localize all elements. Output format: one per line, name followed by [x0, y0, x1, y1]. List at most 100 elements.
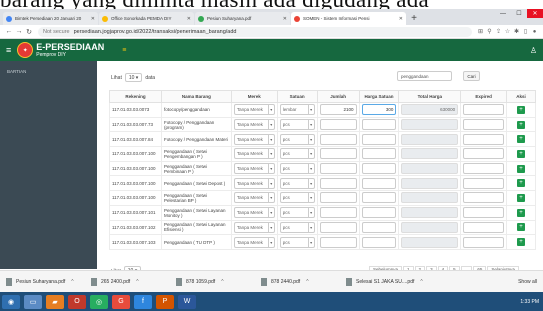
jumlah-input[interactable]: [319, 133, 357, 145]
expired-input[interactable]: [463, 207, 505, 219]
harga-satuan-input[interactable]: [361, 119, 397, 131]
satuan-select[interactable]: pcs ▾: [279, 192, 315, 204]
harga-satuan-input[interactable]: [361, 221, 397, 233]
download-item[interactable]: 265 2400.pdf ^: [91, 277, 176, 286]
harga-satuan-input[interactable]: [361, 207, 397, 219]
satuan-select[interactable]: pcs ▾: [279, 133, 315, 145]
add-item-button[interactable]: +: [517, 105, 526, 114]
download-item[interactable]: Selesai S1 JAKA SU....pdf ^: [346, 277, 441, 286]
facebook-icon[interactable]: f: [134, 294, 152, 309]
satuan-select[interactable]: lembar ▾: [279, 104, 315, 116]
harga-satuan-input[interactable]: [361, 177, 397, 189]
user-icon[interactable]: ♙: [530, 46, 537, 55]
search-input[interactable]: penggandaan: [397, 71, 452, 81]
menu-icon[interactable]: ≡: [6, 45, 11, 55]
search-button[interactable]: Cari: [463, 71, 480, 81]
browser-tab[interactable]: Pesiun Suharyana.pdf ✕: [195, 12, 290, 25]
close-icon[interactable]: ✕: [91, 16, 95, 22]
jumlah-input[interactable]: [319, 192, 357, 204]
chrome-icon[interactable]: ◎: [90, 294, 108, 309]
merek-select[interactable]: Tanpa Merek ▾: [233, 221, 275, 233]
add-item-button[interactable]: +: [517, 238, 526, 247]
expired-input[interactable]: [463, 163, 505, 175]
app-icon[interactable]: G: [112, 294, 130, 309]
explorer-icon[interactable]: ▭: [24, 294, 42, 309]
harga-satuan-input[interactable]: [361, 148, 397, 160]
browser-tab-active[interactable]: SOMEN - Sistem Informasi Pensi ✕: [291, 12, 406, 25]
harga-satuan-input[interactable]: 300: [361, 104, 397, 116]
reload-icon[interactable]: ↻: [24, 28, 34, 36]
start-icon[interactable]: ◉: [2, 294, 20, 309]
sidebar-item[interactable]: BARTIAN: [7, 69, 26, 74]
merek-select[interactable]: Tanpa Merek ▾: [233, 207, 275, 219]
add-item-button[interactable]: +: [517, 223, 526, 232]
show-all-downloads-link[interactable]: Show all: [518, 279, 537, 285]
jumlah-input[interactable]: [319, 163, 357, 175]
maximize-icon[interactable]: ☐: [511, 9, 527, 18]
merek-select[interactable]: Tanpa Merek ▾: [233, 163, 275, 175]
add-item-button[interactable]: +: [517, 193, 526, 202]
toggle-sidebar-icon[interactable]: ≡: [122, 47, 126, 54]
jumlah-input[interactable]: 2100: [319, 104, 357, 116]
jumlah-input[interactable]: [319, 236, 357, 248]
profile-icon[interactable]: ●: [530, 29, 539, 35]
harga-satuan-input[interactable]: [361, 133, 397, 145]
sidepanel-icon[interactable]: ▯: [521, 28, 530, 35]
office-icon[interactable]: O: [68, 294, 86, 309]
browser-tab[interactable]: Office Sonorkada PEMDA DIY ✕: [99, 12, 194, 25]
satuan-select[interactable]: pcs ▾: [279, 148, 315, 160]
merek-select[interactable]: Tanpa Merek ▾: [233, 104, 275, 116]
satuan-select[interactable]: pcs ▾: [279, 119, 315, 131]
expired-input[interactable]: [463, 148, 505, 160]
forward-icon[interactable]: →: [14, 28, 24, 35]
satuan-select[interactable]: pcs ▾: [279, 221, 315, 233]
harga-satuan-input[interactable]: [361, 192, 397, 204]
satuan-select[interactable]: pcs ▾: [279, 163, 315, 175]
jumlah-input[interactable]: [319, 177, 357, 189]
satuan-select[interactable]: pcs ▾: [279, 236, 315, 248]
close-icon[interactable]: ✕: [283, 16, 287, 22]
chevron-up-icon[interactable]: ^: [136, 279, 138, 285]
close-icon[interactable]: ✕: [399, 16, 403, 22]
expired-input[interactable]: [463, 119, 505, 131]
merek-select[interactable]: Tanpa Merek ▾: [233, 177, 275, 189]
chevron-up-icon[interactable]: ^: [306, 279, 308, 285]
satuan-select[interactable]: pcs ▾: [279, 207, 315, 219]
download-item[interactable]: 878 2440.pdf ^: [261, 277, 346, 286]
close-window-icon[interactable]: ✕: [527, 9, 543, 18]
merek-select[interactable]: Tanpa Merek ▾: [233, 236, 275, 248]
chevron-up-icon[interactable]: ^: [71, 279, 73, 285]
minimize-icon[interactable]: —: [495, 9, 511, 18]
back-icon[interactable]: ←: [4, 28, 14, 35]
expired-input[interactable]: [463, 177, 505, 189]
chevron-up-icon[interactable]: ^: [420, 279, 422, 285]
folder-icon[interactable]: ▰: [46, 294, 64, 309]
add-item-button[interactable]: +: [517, 208, 526, 217]
harga-satuan-input[interactable]: [361, 236, 397, 248]
add-item-button[interactable]: +: [517, 149, 526, 158]
merek-select[interactable]: Tanpa Merek ▾: [233, 148, 275, 160]
expired-input[interactable]: [463, 104, 505, 116]
merek-select[interactable]: Tanpa Merek ▾: [233, 119, 275, 131]
new-tab-button[interactable]: +: [407, 12, 421, 25]
merek-select[interactable]: Tanpa Merek ▾: [233, 133, 275, 145]
jumlah-input[interactable]: [319, 207, 357, 219]
url-field[interactable]: Not secure persediaan.jogjaprov.go.id/20…: [38, 26, 472, 37]
merek-select[interactable]: Tanpa Merek ▾: [233, 192, 275, 204]
add-item-button[interactable]: +: [517, 164, 526, 173]
star-icon[interactable]: ☆: [503, 28, 512, 35]
harga-satuan-input[interactable]: [361, 163, 397, 175]
close-icon[interactable]: ✕: [187, 16, 191, 22]
add-item-button[interactable]: +: [517, 120, 526, 129]
satuan-select[interactable]: pcs ▾: [279, 177, 315, 189]
jumlah-input[interactable]: [319, 148, 357, 160]
expired-input[interactable]: [463, 192, 505, 204]
browser-tab[interactable]: Bimtek Persediaan 20 Januari 20 ✕: [3, 12, 98, 25]
word-icon[interactable]: W: [178, 294, 196, 309]
powerpoint-icon[interactable]: P: [156, 294, 174, 309]
chevron-up-icon[interactable]: ^: [221, 279, 223, 285]
download-item[interactable]: Pesiun Suharyana.pdf ^: [6, 277, 91, 286]
expired-input[interactable]: [463, 221, 505, 233]
jumlah-input[interactable]: [319, 221, 357, 233]
extensions-icon[interactable]: ✱: [512, 28, 521, 35]
